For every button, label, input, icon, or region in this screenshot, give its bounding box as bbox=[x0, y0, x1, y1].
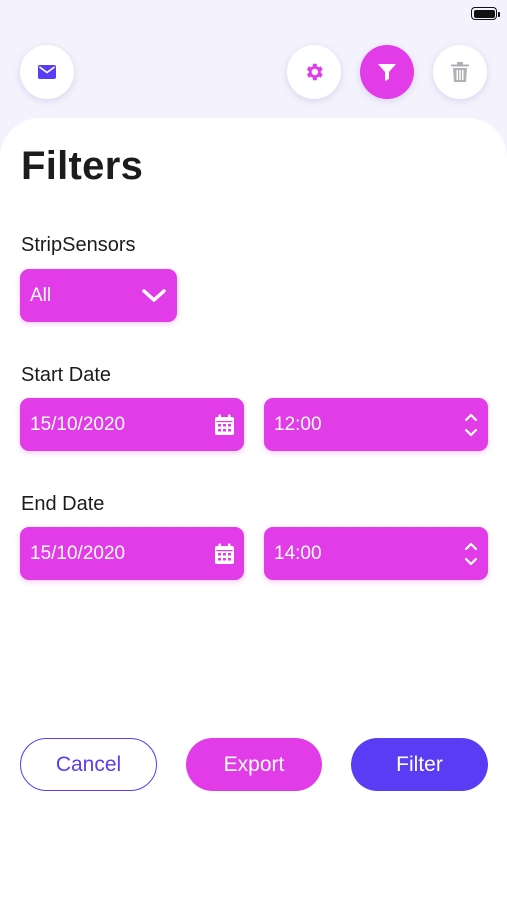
settings-button[interactable] bbox=[287, 45, 341, 99]
start-date-value: 15/10/2020 bbox=[30, 413, 126, 435]
start-date-label: Start Date bbox=[21, 364, 112, 386]
trash-icon bbox=[451, 61, 469, 83]
strip-sensors-dropdown[interactable]: All bbox=[20, 269, 177, 322]
status-bar bbox=[0, 0, 507, 30]
strip-sensors-value: All bbox=[30, 284, 52, 306]
mail-icon bbox=[38, 65, 56, 79]
apply-filter-button[interactable]: Filter bbox=[351, 738, 488, 791]
end-time-input[interactable]: 14:00 bbox=[264, 527, 488, 580]
start-date-input[interactable]: 15/10/2020 bbox=[20, 398, 244, 451]
gear-icon bbox=[303, 61, 325, 83]
stepper-icon bbox=[464, 412, 478, 438]
end-date-label: End Date bbox=[21, 493, 105, 515]
calendar-icon bbox=[215, 543, 234, 564]
start-time-input[interactable]: 12:00 bbox=[264, 398, 488, 451]
stepper-icon bbox=[464, 541, 478, 567]
end-date-value: 15/10/2020 bbox=[30, 542, 126, 564]
chevron-down-icon bbox=[141, 288, 167, 304]
end-date-input[interactable]: 15/10/2020 bbox=[20, 527, 244, 580]
battery-icon bbox=[471, 7, 500, 20]
calendar-icon bbox=[215, 414, 234, 435]
delete-button[interactable] bbox=[433, 45, 487, 99]
export-button[interactable]: Export bbox=[186, 738, 322, 791]
filter-icon bbox=[377, 62, 397, 82]
filter-button[interactable] bbox=[360, 45, 414, 99]
mail-button[interactable] bbox=[20, 45, 74, 99]
cancel-button[interactable]: Cancel bbox=[20, 738, 157, 791]
start-time-value: 12:00 bbox=[274, 413, 322, 435]
strip-sensors-label: StripSensors bbox=[21, 234, 136, 256]
page-title: Filters bbox=[21, 144, 144, 188]
end-time-value: 14:00 bbox=[274, 542, 322, 564]
